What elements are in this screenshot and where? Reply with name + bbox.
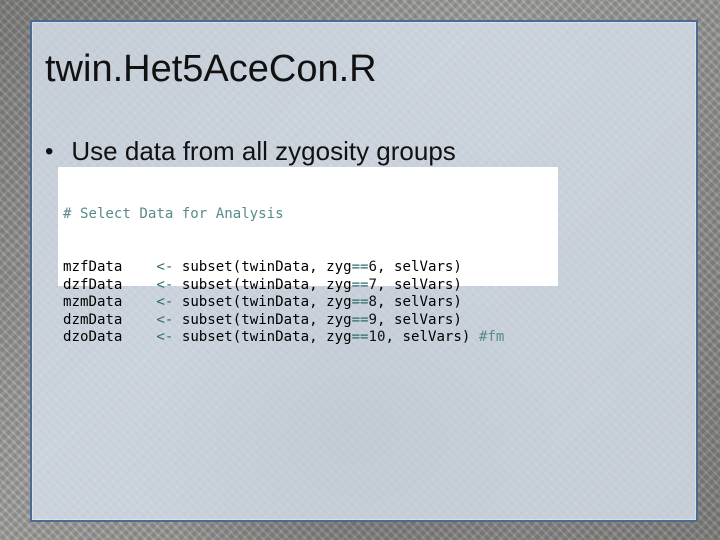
bullet-item: • Use data from all zygosity groups — [45, 136, 456, 167]
bullet-dot-icon: • — [45, 137, 54, 165]
code-token-arg: zyg — [326, 276, 352, 293]
code-line: mzmData <- subset(twinData, zyg==8, selV… — [63, 294, 552, 312]
code-token-sp2 — [318, 294, 327, 310]
bullet-text: Use data from all zygosity groups — [71, 136, 456, 166]
code-token-eq: == — [351, 258, 369, 275]
code-token-assign: <- — [156, 276, 174, 293]
code-token-rest: , selVars) — [377, 258, 462, 275]
code-token-assign: <- — [156, 329, 174, 346]
code-token-trail: #fm — [470, 329, 505, 346]
code-token-sp2 — [318, 277, 327, 293]
code-token-sp1 — [173, 329, 182, 345]
code-token-num: 6 — [368, 258, 378, 275]
code-token-rest: , selVars) — [377, 311, 462, 328]
code-token-num: 8 — [368, 294, 378, 311]
code-token-var: dzoData — [63, 329, 157, 346]
code-token-eq: == — [351, 276, 369, 293]
code-token-sp2 — [318, 259, 327, 275]
code-line: dzmData <- subset(twinData, zyg==9, selV… — [63, 312, 552, 330]
code-token-var: dzmData — [63, 311, 157, 328]
code-token-num: 9 — [368, 311, 378, 328]
code-token-call: subset(twinData, — [181, 329, 318, 346]
code-token-call: subset(twinData, — [181, 311, 318, 328]
code-comment: # Select Data for Analysis — [63, 206, 284, 223]
code-token-rest: , selVars) — [377, 276, 462, 293]
code-token-var: mzfData — [63, 258, 157, 275]
code-token-rest: , selVars) — [377, 294, 462, 311]
code-token-num: 7 — [368, 276, 378, 293]
code-comment-line: # Select Data for Analysis — [63, 206, 552, 224]
code-token-assign: <- — [156, 311, 174, 328]
code-token-sp1 — [173, 312, 182, 328]
code-token-arg: zyg — [326, 294, 352, 311]
code-token-arg: zyg — [326, 258, 352, 275]
code-token-sp2 — [318, 329, 327, 345]
code-token-eq: == — [351, 329, 369, 346]
code-token-assign: <- — [156, 258, 174, 275]
code-token-call: subset(twinData, — [181, 258, 318, 275]
code-line: mzfData <- subset(twinData, zyg==6, selV… — [63, 259, 552, 277]
code-token-arg: zyg — [326, 311, 352, 328]
code-token-call: subset(twinData, — [181, 294, 318, 311]
code-token-eq: == — [351, 311, 369, 328]
code-token-sp1 — [173, 277, 182, 293]
code-token-var: dzfData — [63, 276, 157, 293]
code-token-sp2 — [318, 312, 327, 328]
code-token-var: mzmData — [63, 294, 157, 311]
code-token-sp1 — [173, 259, 182, 275]
code-block: # Select Data for Analysis mzfData <- su… — [58, 167, 558, 345]
code-token-rest: , selVars) — [385, 329, 471, 346]
code-line: dzoData <- subset(twinData, zyg==10, sel… — [63, 329, 552, 347]
code-lines: mzfData <- subset(twinData, zyg==6, selV… — [63, 259, 552, 347]
slide-title: twin.Het5AceCon.R — [45, 48, 377, 90]
code-token-assign: <- — [156, 294, 174, 311]
code-token-call: subset(twinData, — [181, 276, 318, 293]
code-token-num: 10 — [368, 329, 386, 346]
code-line: dzfData <- subset(twinData, zyg==7, selV… — [63, 277, 552, 295]
code-token-eq: == — [351, 294, 369, 311]
code-token-arg: zyg — [326, 329, 352, 346]
code-token-sp1 — [173, 294, 182, 310]
